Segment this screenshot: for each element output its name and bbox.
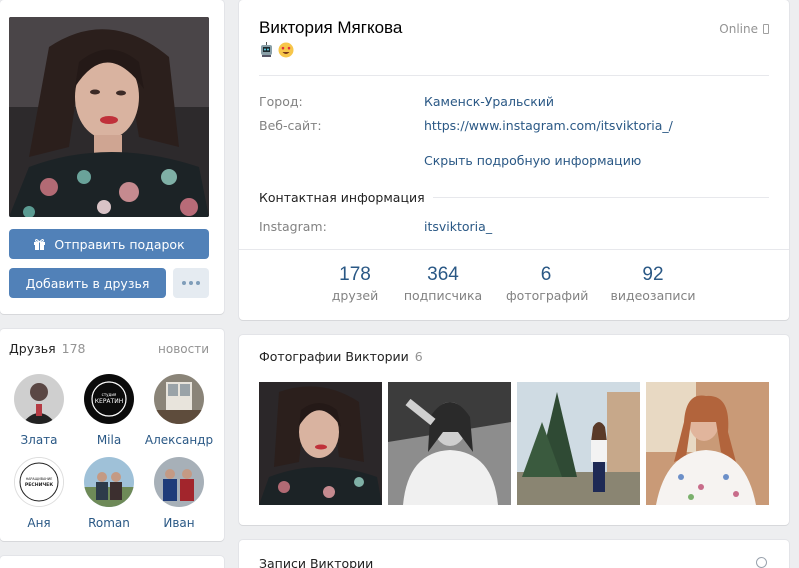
website-label: Веб-сайт: — [259, 118, 322, 133]
divider — [414, 197, 769, 198]
photo-thumbnail[interactable] — [646, 382, 769, 505]
photo-thumbnail[interactable] — [388, 382, 511, 505]
friend-item[interactable]: Злата — [4, 374, 74, 447]
counter-videos[interactable]: 92 видеозаписи — [608, 264, 698, 303]
friend-avatar — [154, 374, 204, 424]
wall-title: Записи Виктории — [259, 556, 374, 568]
instagram-link[interactable]: itsviktoria_ — [424, 219, 492, 234]
website-link[interactable]: https://www.instagram.com/itsviktoria_/ — [424, 118, 673, 133]
counter-number: 6 — [540, 264, 552, 285]
photos-header[interactable]: Фотографии Виктории 6 — [259, 349, 423, 364]
search-icon[interactable] — [756, 557, 767, 568]
counter-number: 364 — [427, 264, 459, 285]
friend-avatar: студия КЕРАТИН — [84, 374, 134, 424]
friend-avatar: НАРАЩИВАНИЕ РЕСНИЧЕК — [14, 457, 64, 507]
profile-counters: 178 друзей 364 подписчика 6 фотографий 9… — [239, 264, 789, 308]
left-next-card — [0, 556, 224, 568]
heart-eyes-emoji-icon — [278, 42, 294, 58]
friend-avatar — [84, 457, 134, 507]
friends-count: 178 — [61, 341, 86, 356]
mobile-phone-icon — [763, 24, 769, 34]
friends-header[interactable]: Друзья 178 — [9, 341, 86, 356]
counter-label: видеозаписи — [610, 288, 696, 303]
friend-item[interactable]: Roman — [74, 457, 144, 530]
send-gift-button[interactable]: Отправить подарок — [9, 229, 209, 259]
add-friend-label: Добавить в друзья — [25, 275, 150, 291]
friend-item[interactable]: студия КЕРАТИН Mila — [74, 374, 144, 447]
city-link[interactable]: Каменск-Уральский — [424, 94, 554, 109]
city-label: Город: — [259, 94, 303, 109]
photos-title: Фотографии Виктории — [259, 349, 409, 364]
contact-info-header: Контактная информация — [259, 190, 433, 205]
mila-avatar-text-top: студия — [102, 392, 117, 397]
photo-thumbnail[interactable] — [259, 382, 382, 505]
instagram-label: Instagram: — [259, 219, 327, 234]
divider — [239, 249, 789, 250]
counter-label: подписчика — [403, 288, 483, 303]
photos-count: 6 — [414, 349, 423, 364]
counter-friends[interactable]: 178 друзей — [325, 264, 385, 303]
photo-thumbnail[interactable] — [517, 382, 640, 505]
gift-icon — [34, 239, 46, 250]
photos-card: Фотографии Виктории 6 — [239, 335, 789, 525]
page-title: Виктория Мягкова — [259, 18, 403, 37]
status-emoji — [259, 42, 294, 58]
counter-label: фотографий — [506, 288, 589, 303]
profile-info-card: Виктория Мягкова Online Город: Каменск-У… — [239, 0, 789, 320]
more-dots-icon — [182, 281, 200, 285]
friend-name: Mila — [96, 433, 122, 447]
counter-followers[interactable]: 364 подписчика — [403, 264, 483, 303]
friend-item[interactable]: НАРАЩИВАНИЕ РЕСНИЧЕК Аня — [4, 457, 74, 530]
friend-avatar — [154, 457, 204, 507]
wall-card: Записи Виктории — [239, 540, 789, 568]
friends-news-link[interactable]: новости — [158, 342, 209, 356]
anya-avatar-text-top: НАРАЩИВАНИЕ — [26, 477, 53, 481]
profile-avatar-card: Отправить подарок Добавить в друзья — [0, 0, 224, 314]
robot-emoji-icon — [261, 42, 272, 57]
counter-photos[interactable]: 6 фотографий — [506, 264, 589, 303]
online-status: Online — [719, 22, 769, 36]
add-friend-button[interactable]: Добавить в друзья — [9, 268, 166, 298]
friend-name: Александр — [144, 433, 214, 447]
counter-number: 92 — [642, 264, 664, 285]
divider — [259, 75, 769, 76]
send-gift-label: Отправить подарок — [54, 236, 185, 252]
friend-name: Злата — [20, 433, 58, 447]
friend-name: Аня — [27, 516, 51, 530]
friend-item[interactable]: Иван — [144, 457, 214, 530]
friend-avatar — [14, 374, 64, 424]
friend-name: Roman — [88, 516, 130, 530]
friends-title: Друзья — [9, 341, 56, 356]
hide-details-link[interactable]: Скрыть подробную информацию — [424, 153, 641, 168]
mila-avatar-text-main: КЕРАТИН — [95, 398, 123, 405]
online-label: Online — [719, 22, 758, 36]
profile-photo[interactable] — [9, 17, 209, 217]
counter-label: друзей — [331, 288, 379, 303]
friend-name: Иван — [163, 516, 195, 530]
counter-number: 178 — [339, 264, 371, 285]
friend-item[interactable]: Александр — [144, 374, 214, 447]
friends-card: Друзья 178 новости Злата студия КЕРАТИН M… — [0, 329, 224, 541]
anya-avatar-text-main: РЕСНИЧЕК — [25, 482, 53, 488]
more-actions-button[interactable] — [173, 268, 209, 298]
